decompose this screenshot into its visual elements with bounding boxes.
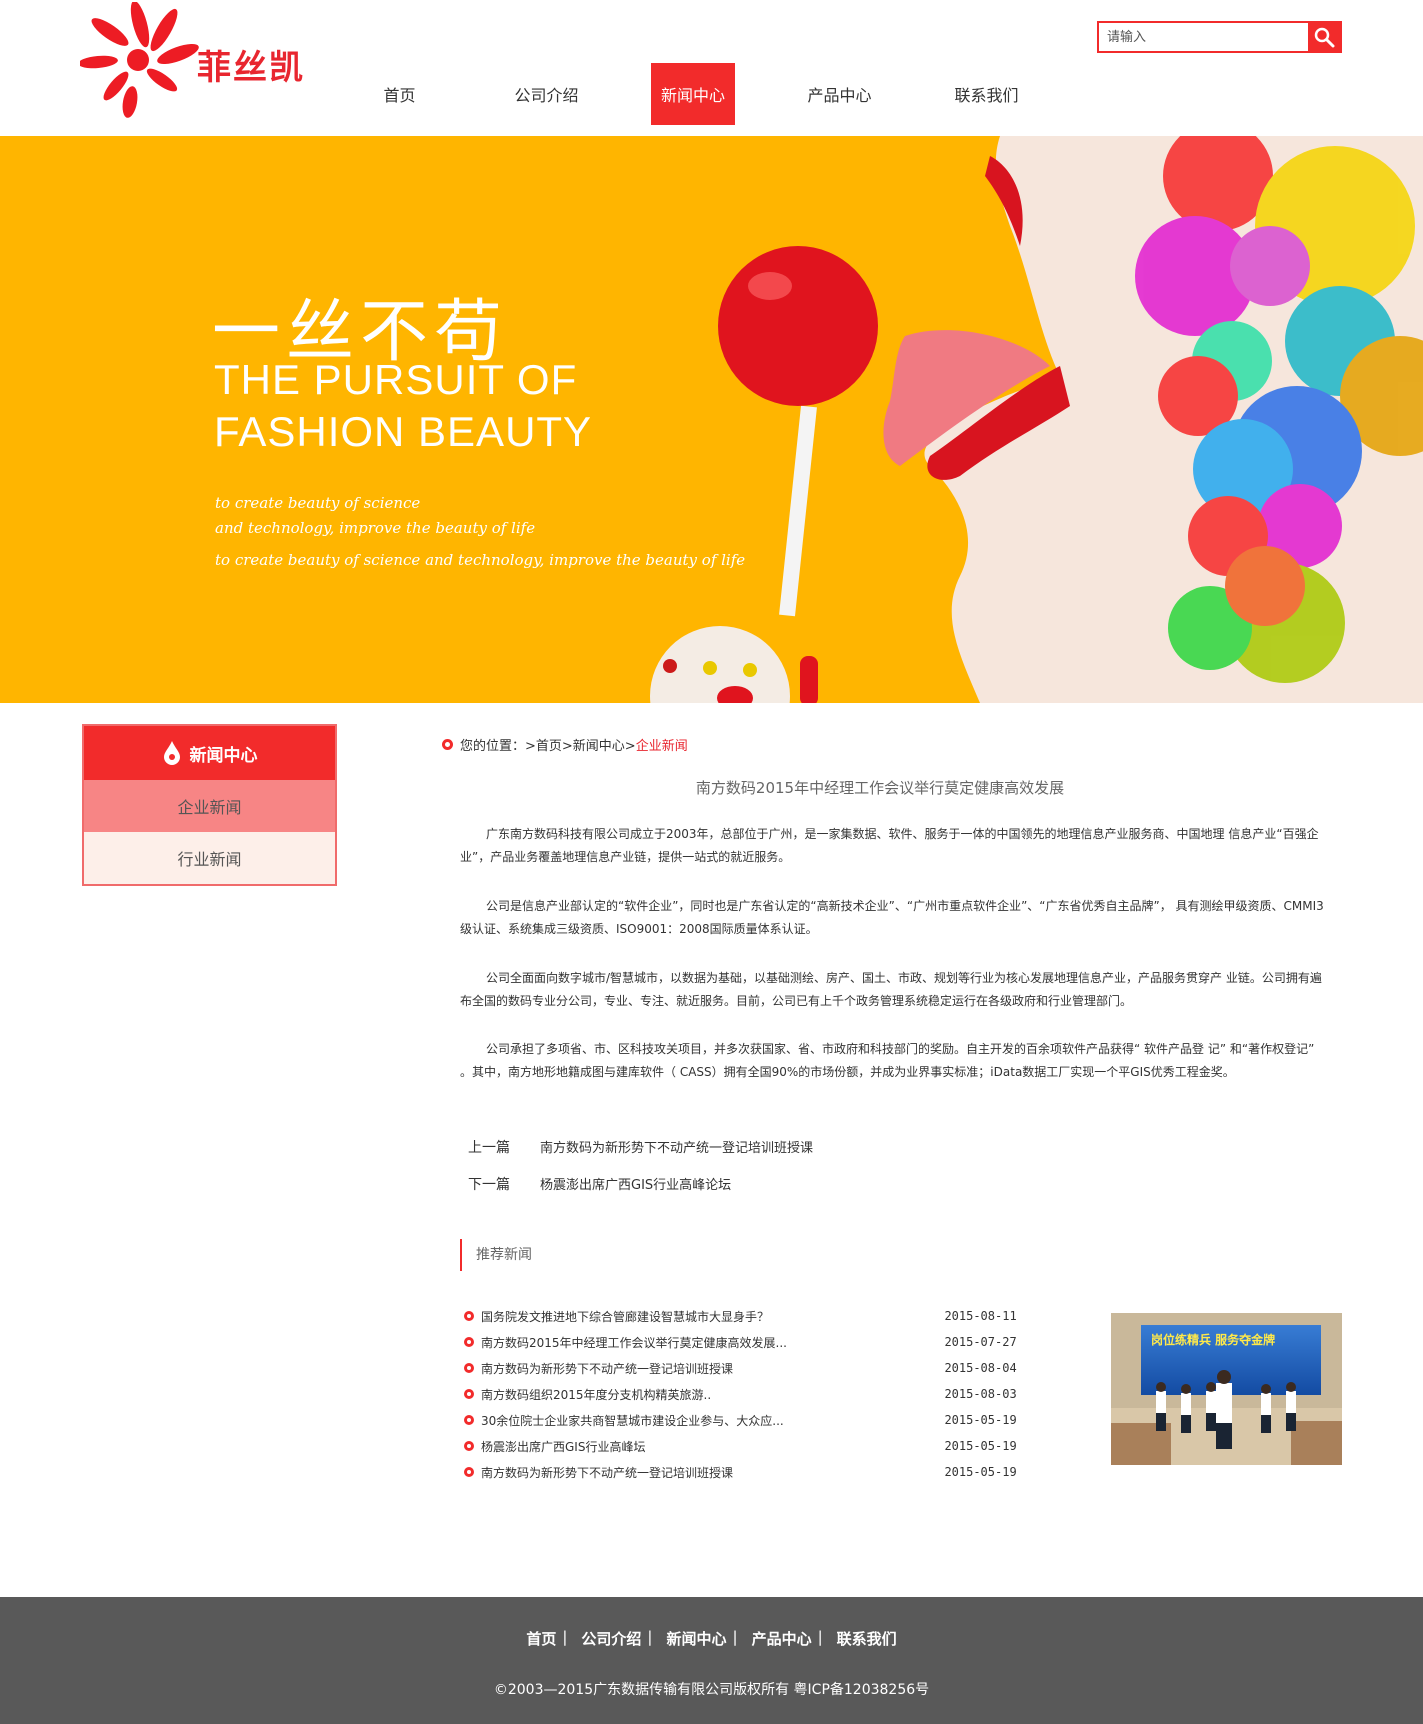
footer-nav: 首页 | 公司介绍 | 新闻中心 | 产品中心 | 联系我们 xyxy=(0,1628,1423,1649)
sidebar-item-company-news[interactable]: 企业新闻 xyxy=(84,780,335,832)
footer-link-home[interactable]: 首页 xyxy=(526,1628,556,1649)
bullet-icon xyxy=(464,1389,474,1399)
next-article: 下一篇 杨震澎出席广西GIS行业高峰论坛 xyxy=(468,1174,731,1194)
sidebar-item-industry-news[interactable]: 行业新闻 xyxy=(84,832,335,884)
news-date: 2015-08-03 xyxy=(944,1387,1017,1401)
nav-about[interactable]: 公司介绍 xyxy=(473,63,620,125)
list-item[interactable]: 杨震澎出席广西GIS行业高峰坛 2015-05-19 xyxy=(464,1433,1024,1459)
banner-subtitle-2: and technology, improve the beauty of li… xyxy=(215,519,536,537)
news-date: 2015-05-19 xyxy=(944,1413,1017,1427)
footer-separator: | xyxy=(562,1628,568,1646)
photo-banner-text: 岗位练精兵 服务夺金牌 xyxy=(1151,1333,1276,1347)
breadcrumb-current: 企业新闻 xyxy=(635,739,688,754)
bullet-icon xyxy=(464,1441,474,1451)
footer: 首页 | 公司介绍 | 新闻中心 | 产品中心 | 联系我们 ©2003—2015广东数… xyxy=(0,1597,1423,1724)
search-input[interactable] xyxy=(1099,23,1310,51)
news-date: 2015-08-11 xyxy=(944,1309,1017,1323)
news-title: 国务院发文推进地下综合管廊建设智慧城市大显身手？ xyxy=(481,1309,770,1324)
footer-link-products[interactable]: 产品中心 xyxy=(752,1628,812,1649)
drop-icon xyxy=(163,741,180,765)
banner-headline-en-2: FASHION BEAUTY xyxy=(214,408,593,455)
next-article-link[interactable]: 杨震澎出席广西GIS行业高峰论坛 xyxy=(540,1174,731,1194)
article-paragraph: 公司全面面向数字城市/智慧城市，以数据为基础，以基础测绘、房产、国土、市政、规划… xyxy=(460,971,1322,1008)
news-title: 杨震澎出席广西GIS行业高峰坛 xyxy=(481,1439,646,1454)
footer-link-contact[interactable]: 联系我们 xyxy=(837,1628,897,1649)
prev-article: 上一篇 南方数码为新形势下不动产统一登记培训班授课 xyxy=(468,1137,813,1157)
bullet-icon xyxy=(464,1337,474,1347)
search-box xyxy=(1097,21,1342,53)
footer-link-news[interactable]: 新闻中心 xyxy=(666,1628,726,1649)
logo-text: 菲丝凯 xyxy=(197,48,305,88)
main-nav: 首页 公司介绍 新闻中心 产品中心 联系我们 xyxy=(326,63,1060,125)
news-date: 2015-08-04 xyxy=(944,1361,1017,1375)
prev-label: 上一篇 xyxy=(468,1140,510,1156)
location-icon xyxy=(442,739,453,750)
list-item[interactable]: 30余位院士企业家共商智慧城市建设企业参与、大众应... 2015-05-19 xyxy=(464,1407,1024,1433)
article-paragraph: 广东南方数码科技有限公司成立于2003年，总部位于广州，是一家集数据、软件、服务… xyxy=(460,827,1319,864)
logo[interactable]: 菲丝凯 xyxy=(78,0,305,118)
article-paragraph: 公司承担了多项省、市、区科技攻关项目，并多次获国家、省、市政府和科技部门的奖励。… xyxy=(460,1042,1315,1079)
copyright: ©2003—2015广东数据传输有限公司版权所有 粤ICP备12038256号 xyxy=(493,1682,930,1698)
banner-headline-en-1: THE PURSUIT OF xyxy=(214,356,578,403)
article-paragraph: 公司是信息产业部认定的“软件企业”，同时也是广东省认定的“高新技术企业”、“广州… xyxy=(460,899,1324,936)
news-title: 南方数码为新形势下不动产统一登记培训班授课 xyxy=(481,1465,734,1480)
header: 菲丝凯 首页 公司介绍 新闻中心 产品中心 联系我们 xyxy=(0,0,1423,136)
bullet-icon xyxy=(464,1467,474,1477)
sidebar: 新闻中心 企业新闻 行业新闻 xyxy=(82,724,337,886)
breadcrumb: 您的位置： >首页>新闻中心> 企业新闻 xyxy=(442,735,688,754)
breadcrumb-path[interactable]: >首页>新闻中心> xyxy=(525,735,636,754)
news-date: 2015-05-19 xyxy=(944,1439,1017,1453)
news-title: 南方数码为新形势下不动产统一登记培训班授课 xyxy=(481,1361,734,1376)
list-item[interactable]: 南方数码组织2015年度分支机构精英旅游.. 2015-08-03 xyxy=(464,1381,1024,1407)
flower-logo-icon xyxy=(78,0,199,118)
bullet-icon xyxy=(464,1363,474,1373)
banner-subtitle-3: to create beauty of science and technolo… xyxy=(215,551,746,569)
news-date: 2015-07-27 xyxy=(944,1335,1017,1349)
list-item[interactable]: 南方数码为新形势下不动产统一登记培训班授课 2015-05-19 xyxy=(464,1459,1024,1485)
breadcrumb-prefix: 您的位置： xyxy=(460,739,526,754)
banner-subtitle-1: to create beauty of science xyxy=(215,494,421,512)
nav-news[interactable]: 新闻中心 xyxy=(651,63,735,125)
hero-banner: 一丝不苟 THE PURSUIT OF FASHION BEAUTY to cr… xyxy=(0,136,1423,703)
recommended-title: 推荐新闻 xyxy=(460,1239,532,1271)
news-date: 2015-05-19 xyxy=(944,1465,1017,1479)
sidebar-title: 新闻中心 xyxy=(189,745,258,766)
prev-article-link[interactable]: 南方数码为新形势下不动产统一登记培训班授课 xyxy=(540,1137,813,1157)
news-photo[interactable]: 岗位练精兵 服务夺金牌 xyxy=(1111,1313,1342,1465)
news-title: 南方数码组织2015年度分支机构精英旅游.. xyxy=(481,1387,712,1402)
search-icon xyxy=(1314,27,1335,48)
footer-separator: | xyxy=(817,1628,823,1646)
list-item[interactable]: 国务院发文推进地下综合管廊建设智慧城市大显身手？ 2015-08-11 xyxy=(464,1303,1024,1329)
nav-products[interactable]: 产品中心 xyxy=(766,63,913,125)
footer-separator: | xyxy=(647,1628,653,1646)
footer-separator: | xyxy=(732,1628,738,1646)
news-title: 30余位院士企业家共商智慧城市建设企业参与、大众应... xyxy=(481,1413,784,1428)
bullet-icon xyxy=(464,1311,474,1321)
news-title: 南方数码2015年中经理工作会议举行莫定健康高效发展... xyxy=(481,1335,787,1350)
search-button[interactable] xyxy=(1308,23,1340,51)
footer-link-about[interactable]: 公司介绍 xyxy=(581,1628,641,1649)
sidebar-header: 新闻中心 xyxy=(84,726,335,780)
nav-home[interactable]: 首页 xyxy=(326,63,473,125)
list-item[interactable]: 南方数码2015年中经理工作会议举行莫定健康高效发展... 2015-07-27 xyxy=(464,1329,1024,1355)
list-item[interactable]: 南方数码为新形势下不动产统一登记培训班授课 2015-08-04 xyxy=(464,1355,1024,1381)
nav-contact[interactable]: 联系我们 xyxy=(913,63,1060,125)
next-label: 下一篇 xyxy=(468,1177,510,1193)
bullet-icon xyxy=(464,1415,474,1425)
article-title: 南方数码2015年中经理工作会议举行莫定健康高效发展 xyxy=(695,779,1065,797)
recommended-list: 国务院发文推进地下综合管廊建设智慧城市大显身手？ 2015-08-11 南方数码2… xyxy=(464,1303,1024,1485)
